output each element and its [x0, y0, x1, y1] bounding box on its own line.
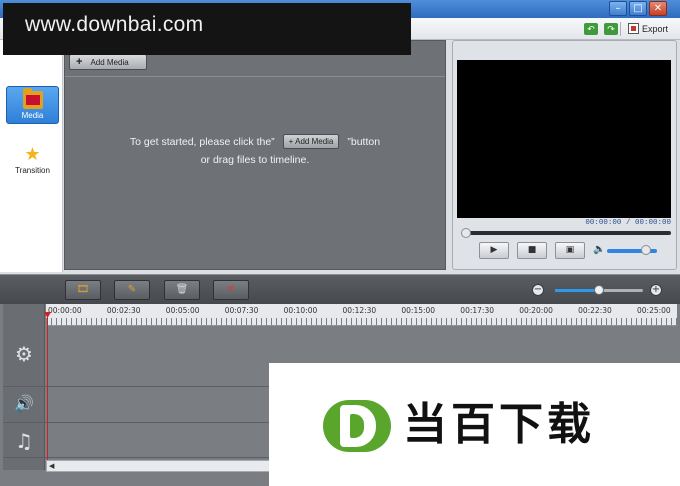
stop-button[interactable]: ■	[517, 242, 547, 259]
time-separator: /	[625, 219, 631, 227]
watermark-text: 当百下载	[403, 399, 595, 450]
delete-button[interactable]: ✕	[213, 280, 249, 300]
track-headers: ⚙ 🔊 ♫	[3, 304, 45, 470]
export-label: Export	[642, 24, 669, 34]
folder-icon	[22, 88, 43, 109]
undo-icon[interactable]: ↶	[584, 23, 598, 35]
export-button[interactable]: Export	[628, 21, 668, 37]
ruler-ticks	[46, 318, 677, 325]
ruler-label: 00:00:00	[48, 306, 82, 315]
ruler-label: 00:12:30	[342, 306, 377, 315]
watermark-logo-letter-inner	[350, 414, 364, 438]
ruler-label: 00:20:00	[519, 306, 553, 315]
stop-icon: ■	[527, 245, 537, 255]
film-clip-button[interactable]: 🎞	[65, 280, 101, 300]
audio-track-icon: 🔊	[14, 394, 34, 413]
maximize-button[interactable]: □	[629, 1, 647, 16]
watermark-logo-panel: 当百下载	[269, 363, 680, 486]
speaker-icon[interactable]: 🔈	[593, 244, 605, 255]
volume-handle[interactable]	[641, 245, 651, 255]
preview-screen	[457, 60, 671, 218]
ruler-label: 00:17:30	[460, 306, 494, 315]
playhead-line[interactable]	[47, 312, 48, 462]
empty-state-hint: To get started, please click the” + Add M…	[65, 133, 445, 169]
zoom-in-icon[interactable]: +	[650, 284, 662, 296]
scroll-left-icon[interactable]: ◀	[49, 462, 54, 470]
timeline-toolbar: 🎞 ✎ 🗑 ✕ − +	[0, 274, 680, 304]
play-icon: ▶	[490, 245, 498, 255]
ruler-label: 00:15:00	[401, 306, 436, 315]
left-sidebar: Media ★ Transition	[0, 40, 63, 272]
watermark-banner: www.downbai.com	[3, 3, 411, 55]
trash-button[interactable]: 🗑	[164, 280, 200, 300]
film-clip-icon: 🎞	[76, 284, 90, 295]
inline-add-media-label: Add Media	[295, 137, 334, 146]
export-icon	[628, 23, 639, 34]
ruler-label: 00:02:30	[106, 306, 141, 315]
app-window: – □ ✕ ↶ ↷ Export Media ★ Transition + Add…	[0, 0, 680, 486]
sidebar-item-label: Media	[21, 111, 44, 120]
zoom-slider[interactable]	[555, 285, 643, 295]
ruler-label: 00:07:30	[224, 306, 259, 315]
total-time: 00:00:00	[634, 219, 671, 227]
add-media-button[interactable]: + Add Media	[69, 54, 147, 70]
inline-add-media-button[interactable]: + Add Media	[282, 134, 340, 149]
edit-clip-button[interactable]: ✎	[114, 280, 150, 300]
preview-panel: 00:00:00 / 00:00:00 ▶ ■ ▣ 🔈	[452, 40, 677, 270]
preview-timecode: 00:00:00 / 00:00:00	[453, 219, 671, 227]
sidebar-item-transition[interactable]: ★ Transition	[6, 142, 59, 180]
zoom-slider-fill	[555, 289, 599, 292]
seek-bar[interactable]	[461, 228, 671, 238]
hint-text-after: ”button	[347, 136, 381, 148]
add-media-label: Add Media	[90, 58, 129, 67]
close-button[interactable]: ✕	[649, 1, 667, 16]
delete-icon: ✕	[226, 284, 236, 295]
hint-text-line2: or drag files to timeline.	[200, 154, 310, 166]
toolbar-divider	[620, 22, 621, 36]
ruler-label: 00:10:00	[283, 306, 318, 315]
ruler-label: 00:25:00	[637, 306, 671, 315]
video-track-icon: ⚙	[15, 342, 33, 366]
zoom-handle[interactable]	[594, 285, 604, 295]
redo-icon[interactable]: ↷	[604, 23, 618, 35]
sidebar-item-media[interactable]: Media	[6, 86, 59, 124]
edit-clip-icon: ✎	[127, 284, 137, 295]
minimize-button[interactable]: –	[609, 1, 627, 16]
plus-icon: +	[76, 56, 83, 68]
current-time: 00:00:00	[585, 219, 622, 227]
time-ruler[interactable]: 00:00:00 00:02:30 00:05:00 00:07:30 00:10:00…	[46, 304, 677, 326]
zoom-out-icon[interactable]: −	[532, 284, 544, 296]
watermark-logo-icon	[323, 400, 391, 452]
fullscreen-button[interactable]: ▣	[555, 242, 585, 259]
ruler-label: 00:05:00	[165, 306, 200, 315]
star-icon: ★	[24, 144, 41, 165]
hint-text-before: To get started, please click the”	[129, 136, 275, 148]
watermark-logo-letter	[340, 405, 376, 447]
play-button[interactable]: ▶	[479, 242, 509, 259]
sidebar-item-label: Transition	[15, 166, 50, 175]
fullscreen-icon: ▣	[565, 245, 575, 255]
media-library-panel: + Add Media To get started, please click …	[64, 40, 446, 270]
trash-icon: 🗑	[175, 284, 189, 295]
music-track-icon: ♫	[15, 429, 33, 453]
volume-slider[interactable]	[607, 245, 657, 255]
seek-handle[interactable]	[461, 228, 471, 238]
ruler-label: 00:22:30	[578, 306, 612, 315]
